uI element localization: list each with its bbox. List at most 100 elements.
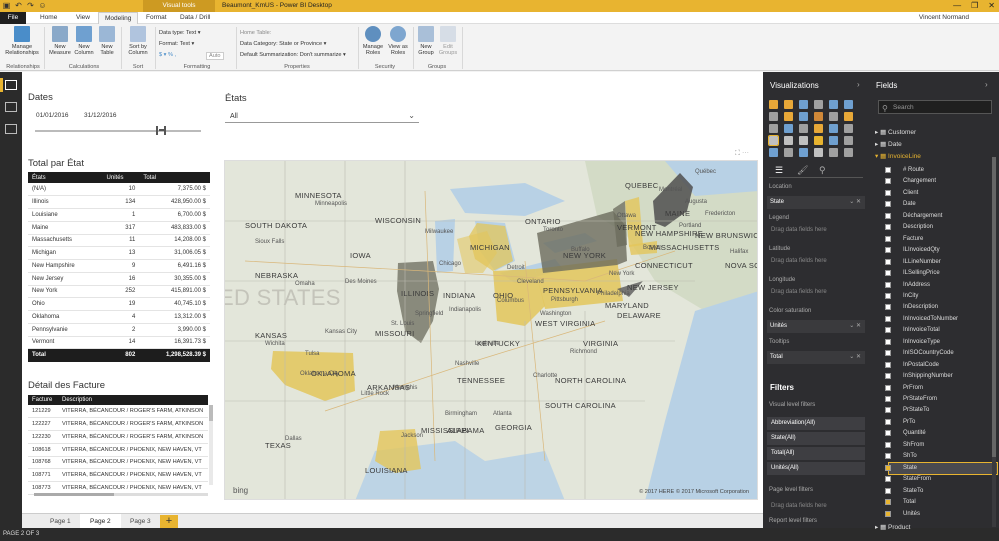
field-item[interactable]: PrTo xyxy=(885,417,997,428)
well-dropzone[interactable]: Drag data fields here xyxy=(771,258,827,264)
home-table-dropdown[interactable]: Home Table: xyxy=(240,30,271,36)
redo-icon[interactable]: ↷ xyxy=(26,1,35,10)
view-as-roles-button[interactable]: View as Roles xyxy=(386,26,410,56)
page-filter-dropzone[interactable]: Drag data fields here xyxy=(771,503,827,509)
table-row[interactable]: Michigan 13 31,006.05 $ xyxy=(28,246,210,260)
edit-groups-button[interactable]: Edit Groups xyxy=(437,26,459,56)
visual-type-icon[interactable] xyxy=(829,100,838,109)
field-item[interactable]: ILLineNumber xyxy=(885,257,997,268)
field-checkbox[interactable] xyxy=(885,350,891,357)
scrollbar-thumb[interactable] xyxy=(34,493,114,496)
table-row[interactable]: Ohio 19 40,745.10 $ xyxy=(28,297,210,311)
table-row[interactable]: (N/A) 10 7,375.00 $ xyxy=(28,183,210,197)
new-column-button[interactable]: New Column xyxy=(73,26,95,56)
field-item[interactable]: Déchargement xyxy=(885,211,997,222)
filter-card[interactable]: Unités(All) xyxy=(767,462,865,475)
relationships-view-icon[interactable] xyxy=(5,124,17,134)
column-header[interactable]: Description xyxy=(58,395,208,405)
filter-card[interactable]: State(All) xyxy=(767,432,865,445)
tab-data-drill[interactable]: Data / Drill xyxy=(174,12,216,24)
field-checkbox[interactable] xyxy=(885,338,891,345)
table-customer[interactable]: ▸ ▦ Customer xyxy=(875,128,916,136)
field-item[interactable]: Date xyxy=(885,199,997,210)
field-checkbox[interactable] xyxy=(885,441,891,448)
visual-type-icon[interactable] xyxy=(769,148,778,157)
manage-relationships-button[interactable]: Manage Relationships xyxy=(3,26,41,56)
field-checkbox[interactable] xyxy=(885,361,891,368)
remove-icon[interactable]: ⌄ ✕ xyxy=(849,320,861,333)
decimal-places-input[interactable]: Auto xyxy=(206,52,224,60)
field-checkbox[interactable] xyxy=(885,384,891,391)
date-range-slider[interactable] xyxy=(35,130,201,132)
report-view-icon[interactable] xyxy=(5,80,17,90)
table-row[interactable]: Oklahoma 4 13,312.00 $ xyxy=(28,310,210,324)
field-item[interactable]: Facture xyxy=(885,234,997,245)
date-from[interactable]: 01/01/2016 xyxy=(36,112,69,119)
field-checkbox[interactable] xyxy=(885,189,891,196)
visual-type-icon[interactable] xyxy=(829,124,838,133)
visual-type-icon[interactable] xyxy=(814,136,823,145)
field-checkbox[interactable] xyxy=(885,407,891,414)
field-item[interactable]: Chargement xyxy=(885,176,997,187)
visual-type-icon[interactable] xyxy=(844,100,853,109)
field-checkbox[interactable] xyxy=(885,304,891,311)
field-checkbox[interactable] xyxy=(885,201,891,208)
table-row[interactable]: New Jersey 16 30,355.00 $ xyxy=(28,272,210,286)
column-header[interactable]: Unités xyxy=(102,172,140,183)
visual-type-icon[interactable] xyxy=(814,100,823,109)
table-row[interactable]: Louisiane 1 6,700.00 $ xyxy=(28,208,210,222)
field-checkbox[interactable] xyxy=(885,418,891,425)
field-checkbox[interactable] xyxy=(885,315,891,322)
well-field[interactable]: Total ⌄ ✕ xyxy=(767,351,865,364)
field-checkbox[interactable] xyxy=(885,510,891,517)
scrollbar-thumb[interactable] xyxy=(992,157,996,457)
close-button[interactable]: ✕ xyxy=(988,0,995,12)
visual-type-icon[interactable] xyxy=(829,136,838,145)
remove-icon[interactable]: ⌄ ✕ xyxy=(849,351,861,364)
visual-type-icon[interactable] xyxy=(814,124,823,133)
visual-type-icon[interactable] xyxy=(799,112,808,121)
visual-type-icon[interactable] xyxy=(844,148,853,157)
visual-type-icon[interactable] xyxy=(784,124,793,133)
fields-well-icon[interactable]: ☰ xyxy=(775,165,783,176)
table-row[interactable]: 121229 VITERRA, BÉCANCOUR / ROGER'S FARM,… xyxy=(28,405,208,419)
table-row[interactable]: New Hampshire 9 6,491.16 $ xyxy=(28,259,210,273)
tab-view[interactable]: View xyxy=(70,12,96,24)
field-item[interactable]: InISOCountryCode xyxy=(885,348,997,359)
visual-type-icon[interactable] xyxy=(799,124,808,133)
table-row[interactable]: New York 252 415,891.00 $ xyxy=(28,285,210,299)
undo-icon[interactable]: ↶ xyxy=(14,1,23,10)
filled-map-visual[interactable]: ED STATES WISCONSIN MICHIGAN ILLINOIS INDIA… xyxy=(224,160,758,500)
column-header[interactable]: États xyxy=(28,172,103,183)
field-item[interactable]: InCity xyxy=(885,291,997,302)
format-paint-icon[interactable]: 🖌 xyxy=(797,165,808,176)
field-item[interactable]: State xyxy=(885,461,998,475)
default-summarization-dropdown[interactable]: Default Summarization: Don't summarize ▾ xyxy=(240,52,346,58)
maximize-button[interactable]: ❐ xyxy=(971,0,978,12)
field-item[interactable]: StateFrom xyxy=(885,474,997,485)
visual-type-icon[interactable] xyxy=(829,112,838,121)
field-item[interactable]: Client xyxy=(885,188,997,199)
table-row[interactable]: 122230 VITERRA, BÉCANCOUR / ROGER'S FARM,… xyxy=(28,430,208,444)
format-dropdown[interactable]: Format: Text ▾ xyxy=(159,41,194,47)
visual-type-icon[interactable] xyxy=(829,148,838,157)
visual-type-icon[interactable] xyxy=(844,112,853,121)
well-dropzone[interactable]: Drag data fields here xyxy=(771,289,827,295)
tab-file[interactable]: File xyxy=(0,12,26,24)
slider-handle[interactable] xyxy=(156,126,166,135)
field-item[interactable]: InDescription xyxy=(885,302,997,313)
table-row[interactable]: 108771 VITERRA, BÉCANCOUR / PHOENIX, NEW … xyxy=(28,468,208,482)
field-item[interactable]: InAddress xyxy=(885,280,997,291)
field-item[interactable]: Unités xyxy=(885,509,997,520)
well-dropzone[interactable]: Drag data fields here xyxy=(771,227,827,233)
field-checkbox[interactable] xyxy=(885,499,891,506)
field-checkbox[interactable] xyxy=(885,235,891,242)
sort-by-column-button[interactable]: Sort by Column xyxy=(124,26,152,56)
table-invoiceline[interactable]: ▾ ▦ InvoiceLine xyxy=(875,152,921,160)
filter-card[interactable]: Total(All) xyxy=(767,447,865,460)
field-item[interactable]: PrStateFrom xyxy=(885,394,997,405)
field-checkbox[interactable] xyxy=(885,178,891,185)
analytics-icon[interactable]: ⚲ xyxy=(819,165,826,176)
new-measure-button[interactable]: New Measure xyxy=(48,26,72,56)
new-table-button[interactable]: New Table xyxy=(96,26,118,56)
